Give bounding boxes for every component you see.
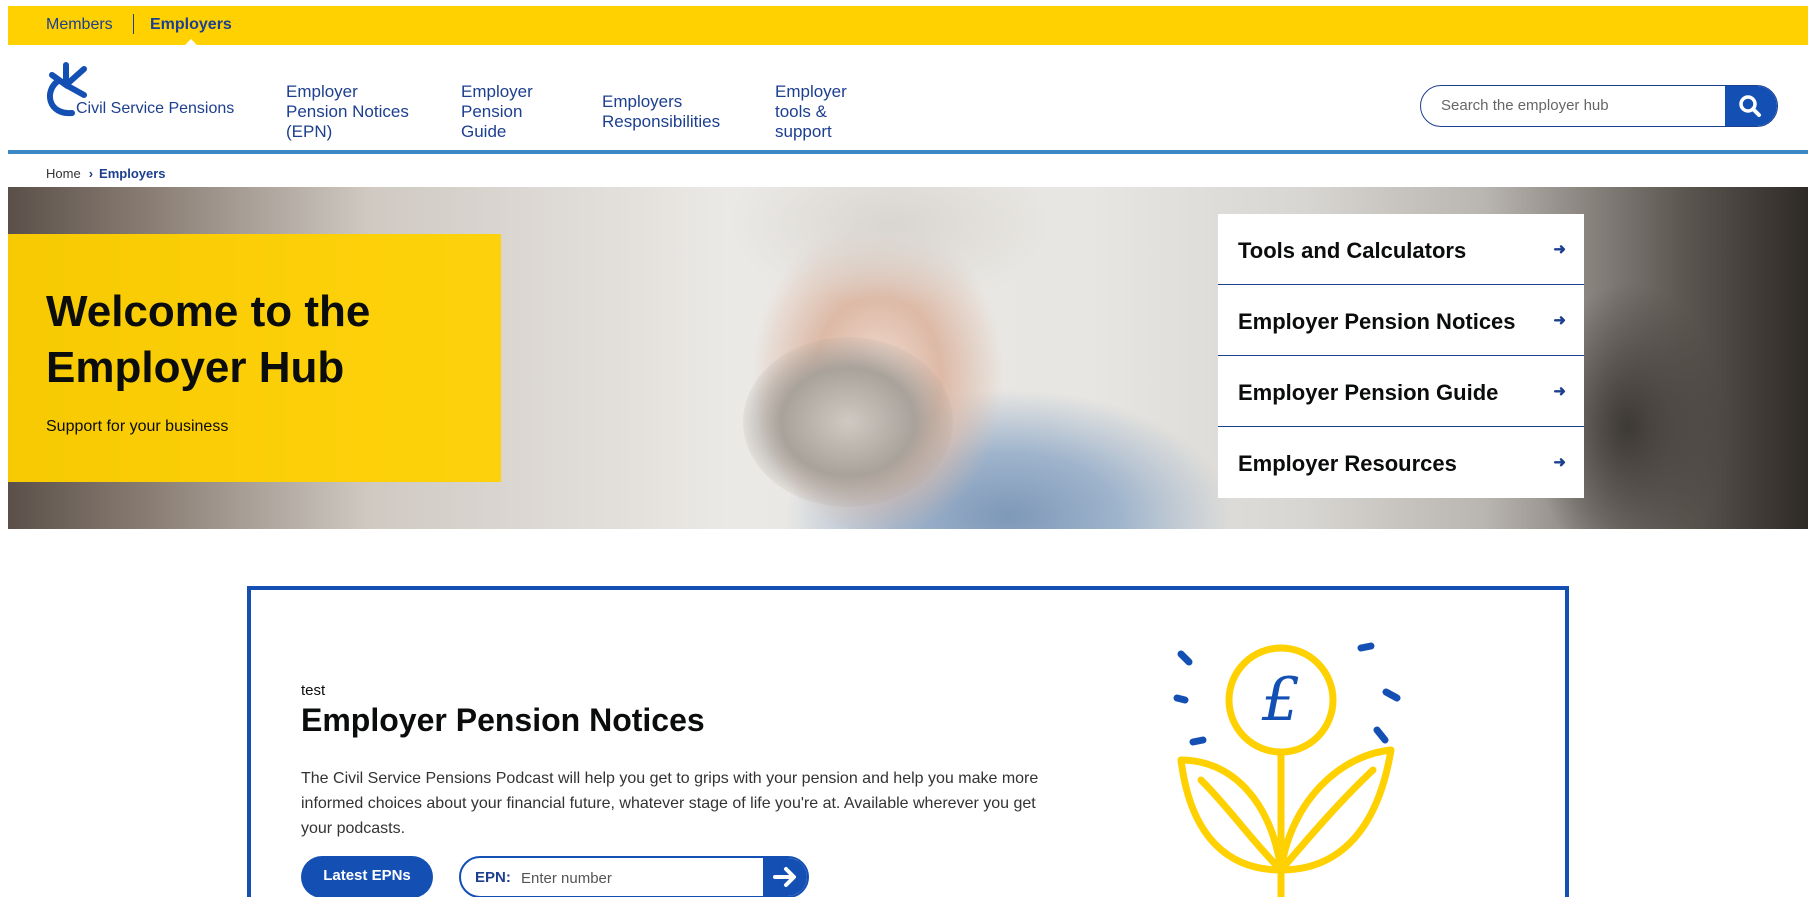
quick-link-label: Employer Resources [1238,451,1457,476]
epn-number-input[interactable] [519,858,733,896]
breadcrumb-current: Employers [99,166,166,181]
page: Members Employers Civil Service Pensions… [8,6,1808,897]
audience-bar: Members Employers [8,6,1808,46]
arrow-right-icon: ➜ [1553,312,1566,329]
search-bar [1420,85,1778,127]
quick-links-panel: Tools and Calculators ➜ Employer Pension… [1218,214,1584,498]
feature-eyebrow: test [301,682,326,699]
audience-link-members[interactable]: Members [46,16,113,34]
nav-item-tools-support[interactable]: Employer tools & support [775,82,865,142]
logo-text: Civil Service Pensions [76,100,235,117]
quick-link-label: Employer Pension Notices [1238,309,1516,334]
breadcrumb-home[interactable]: Home [46,166,81,181]
search-icon [1739,95,1761,117]
quick-link-employer-resources[interactable]: Employer Resources ➜ [1218,427,1584,498]
feature-card-epn: test Employer Pension Notices The Civil … [247,586,1569,897]
hero-subtitle: Support for your business [46,418,229,435]
audience-link-employers[interactable]: Employers [150,16,232,34]
quick-link-label: Employer Pension Guide [1238,380,1499,405]
search-button[interactable] [1725,86,1777,126]
epn-lookup: EPN: [459,856,809,897]
arrow-right-icon: ➜ [1553,383,1566,400]
feature-title: Employer Pension Notices [301,702,705,738]
search-input[interactable] [1421,86,1723,125]
hero-title: Welcome to the Employer Hub [46,287,371,392]
quick-link-tools-calculators[interactable]: Tools and Calculators ➜ [1218,214,1584,285]
quick-link-employer-pension-notices[interactable]: Employer Pension Notices ➜ [1218,285,1584,356]
arrow-right-icon [773,867,796,887]
pound-coin-plant-icon: £ [1173,642,1401,897]
epn-prefix-label: EPN: [475,869,511,886]
hero-photo-detail [743,337,953,507]
quick-link-label: Tools and Calculators [1238,238,1467,263]
latest-epns-button[interactable]: Latest EPNs [301,856,433,897]
site-header: Civil Service Pensions Employer Pension … [8,45,1808,154]
epn-submit-button[interactable] [763,858,807,896]
hero-photo-highlight [728,187,1058,307]
arrow-right-icon: ➜ [1553,454,1566,471]
hero-banner: Welcome to the Employer Hub Support for … [8,187,1808,529]
audience-divider [133,14,134,34]
nav-item-responsibilities[interactable]: Employers Responsibilities [602,92,742,132]
nav-item-pension-guide[interactable]: Employer Pension Guide [461,82,551,142]
breadcrumb: Home › Employers [46,166,166,181]
chevron-right-icon: › [88,166,94,181]
pound-sign-text: £ [1261,665,1300,735]
site-logo[interactable]: Civil Service Pensions [44,61,254,121]
feature-description: The Civil Service Pensions Podcast will … [301,770,1039,837]
quick-link-employer-pension-guide[interactable]: Employer Pension Guide ➜ [1218,356,1584,427]
arrow-right-icon: ➜ [1553,241,1566,258]
nav-item-epn[interactable]: Employer Pension Notices (EPN) [286,82,416,142]
header-rule [8,150,1808,154]
